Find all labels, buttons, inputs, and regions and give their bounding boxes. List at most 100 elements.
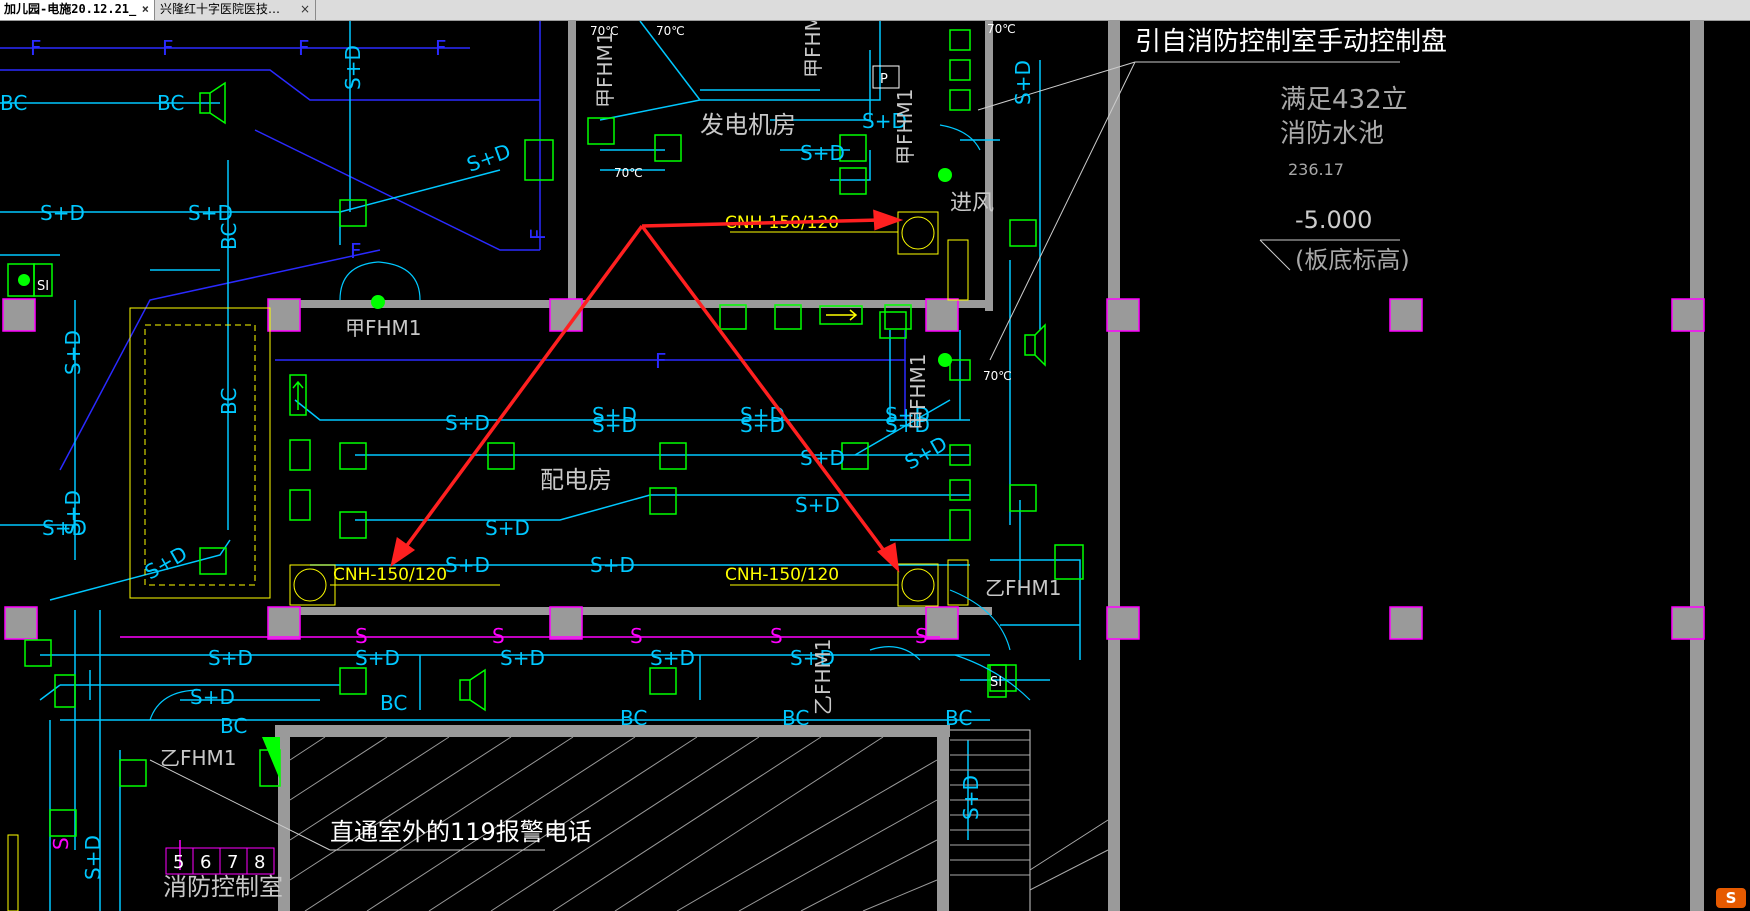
terminal-number: 5 (173, 852, 184, 873)
wire-label: S+D (208, 646, 253, 670)
door-label: 甲FHM1 (906, 353, 930, 430)
water-tank-value: 236.17 (1288, 160, 1344, 179)
wire-label: BC (782, 706, 809, 730)
wire-label: S+D (959, 775, 983, 820)
wire-label: S (915, 624, 928, 648)
column (4, 606, 38, 640)
door-label: 甲FHM1 (801, 21, 825, 78)
wire-label: BC (157, 91, 184, 115)
wire-label: BC (380, 691, 407, 715)
wire-label: S+D (740, 413, 785, 437)
column (1389, 606, 1423, 640)
tab-hospital-drawing[interactable]: 兴隆红十字医院医技… × (156, 0, 316, 20)
terminal-number: 7 (227, 852, 238, 873)
wall-far-right (1690, 21, 1704, 911)
wall-generator-left (568, 21, 576, 311)
wire-label: S (630, 624, 643, 648)
wire-label: S+D (445, 411, 490, 435)
cad-drawing-canvas[interactable]: SI SI P 70℃ 70℃ 70℃ 70℃ 70℃ S+D S+D S+D … (0, 21, 1750, 911)
column (1106, 606, 1140, 640)
door-label: 乙FHM1 (811, 638, 835, 715)
wire-label: F (162, 36, 174, 60)
si-label: SI (990, 675, 1002, 690)
wire-label: S+D (485, 516, 530, 540)
close-icon[interactable]: × (142, 0, 149, 19)
terminal-number: 8 (254, 852, 265, 873)
door-label: 甲FHM1 (893, 88, 917, 165)
column (2, 298, 36, 332)
wire-label: S (49, 837, 73, 850)
water-tank-line2: 消防水池 (1280, 119, 1384, 149)
cnh-label: CNH-150/120 (725, 565, 839, 585)
app-logo: S (1716, 888, 1746, 908)
wire-label: F (298, 36, 310, 60)
column (1106, 298, 1140, 332)
wire-label: BC (217, 388, 241, 415)
wire-label: S+D (795, 493, 840, 517)
door-label: 乙FHM1 (985, 576, 1062, 600)
wall-generator-right (985, 21, 993, 311)
column (549, 606, 583, 640)
elevation-note: (板底标高) (1295, 246, 1410, 274)
wall-horizontal-lower (275, 607, 992, 615)
temp-label: 70℃ (656, 24, 685, 38)
door-label: 甲FHM1 (593, 31, 617, 108)
wire-label: S+D (590, 553, 635, 577)
terminal-strip: 5 6 7 8 (165, 847, 275, 875)
wire-label: S+D (500, 646, 545, 670)
wire-label: F (30, 36, 42, 60)
wire-label: S+D (341, 45, 365, 90)
wire-label: BC (0, 91, 27, 115)
p-label: P (880, 72, 888, 87)
wire-label: S (770, 624, 783, 648)
column (267, 606, 301, 640)
wire-label: F (526, 228, 550, 240)
tab-label: 兴隆红十字医院医技… (160, 2, 281, 16)
annotation-alarm-phone: 直通室外的119报警电话 (330, 818, 592, 846)
wire-label: S+D (592, 413, 637, 437)
wall-fire-room-top (275, 725, 950, 737)
wire-label: S+D (190, 685, 235, 709)
wire-label: BC (620, 706, 647, 730)
wire-label: F (435, 36, 447, 60)
wire-label: S+D (61, 330, 85, 375)
room-label-air-intake: 进风 (950, 191, 994, 216)
wire-label: BC (220, 714, 247, 738)
elevation-value: -5.000 (1295, 206, 1372, 234)
wire-label: BC (945, 706, 972, 730)
document-tab-bar: 加儿园-电施20.12.21_ × 兴隆红十字医院医技… × (0, 0, 1750, 21)
close-icon[interactable]: × (300, 0, 310, 19)
temp-label: 70℃ (987, 22, 1016, 36)
wire-label: S+D (40, 201, 85, 225)
wire-label: S+D (445, 553, 490, 577)
column (925, 298, 959, 332)
wire-label: S+D (800, 141, 845, 165)
wire-label: S+D (650, 646, 695, 670)
tab-kindergarten-drawing[interactable]: 加儿园-电施20.12.21_ × (0, 0, 155, 20)
room-label-generator: 发电机房 (700, 111, 796, 139)
water-tank-line1: 满足432立 (1280, 85, 1408, 115)
temp-label: 70℃ (983, 369, 1012, 383)
wire-label: S (492, 624, 505, 648)
column (1389, 298, 1423, 332)
si-label: SI (37, 279, 49, 294)
room-label-fire-control: 消防控制室 (163, 873, 283, 901)
column (1671, 298, 1705, 332)
column (1671, 606, 1705, 640)
tab-label: 加儿园-电施20.12.21_ (4, 2, 137, 16)
wall-right-outer (1108, 21, 1120, 911)
wall-fire-room-right (937, 725, 949, 911)
wire-label: S+D (355, 646, 400, 670)
room-label-distribution: 配电房 (540, 466, 612, 494)
wire-label: BC (217, 223, 241, 250)
wire-label: F (655, 349, 667, 373)
door-label: 甲FHM1 (345, 316, 422, 340)
wire-label: S+D (188, 201, 233, 225)
cnh-label: CNH-150/120 (333, 565, 447, 585)
wire-label: F (350, 239, 362, 263)
annotation-manual-panel: 引自消防控制室手动控制盘 (1135, 27, 1447, 57)
wire-label: S+D (81, 835, 105, 880)
canvas-background (0, 21, 1750, 911)
door-label: 乙FHM1 (160, 746, 237, 770)
wire-label: S (355, 624, 368, 648)
